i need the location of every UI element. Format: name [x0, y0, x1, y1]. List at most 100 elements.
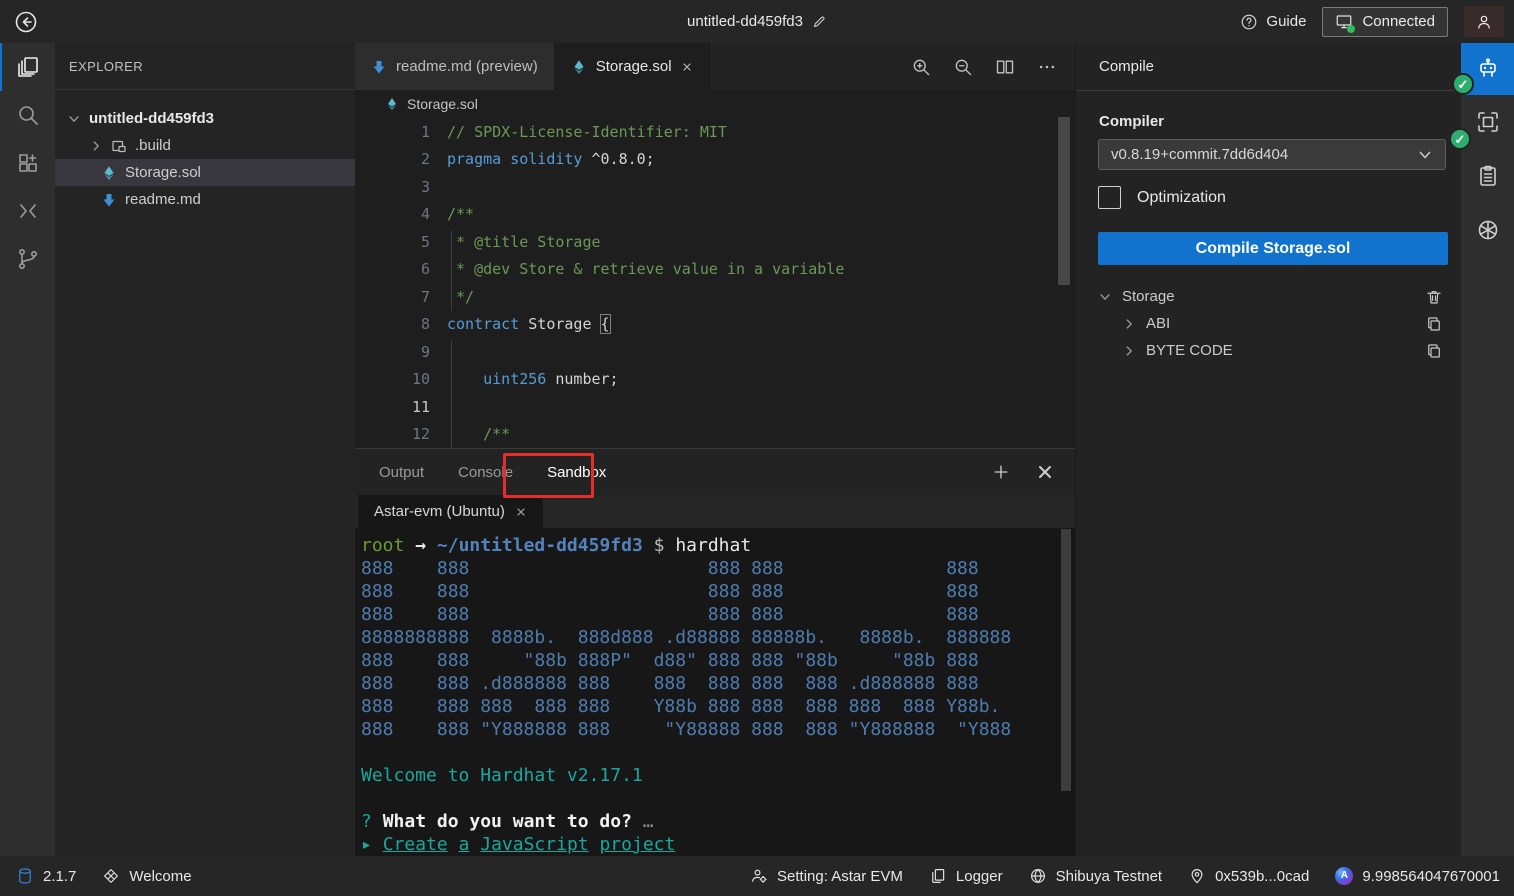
chevron-right-icon: [1122, 317, 1136, 331]
terminal[interactable]: root → ~/untitled-dd459fd3 $ hardhat888 …: [355, 528, 1075, 856]
tree-item-label: .build: [135, 137, 171, 154]
panel-actions: [991, 462, 1075, 482]
handshake-icon: [102, 867, 120, 885]
tree-item-label: Storage.sol: [125, 164, 201, 181]
status-item-welcome[interactable]: Welcome: [102, 867, 191, 885]
guide-label: Guide: [1266, 13, 1306, 30]
status-item-2-1-7[interactable]: 2.1.7: [16, 867, 76, 885]
breadcrumb: Storage.sol: [355, 90, 1075, 118]
panel-tab-console[interactable]: Console: [452, 460, 519, 485]
panel-tab-output[interactable]: Output: [373, 460, 430, 485]
artifact-row-byte-code[interactable]: BYTE CODE: [1076, 337, 1461, 364]
artifact-row-abi[interactable]: ABI: [1076, 310, 1461, 337]
editor-tab-readme-md-preview[interactable]: readme.md (preview): [355, 43, 555, 90]
status-item-logger[interactable]: Logger: [929, 867, 1003, 885]
status-item-0x539b-0cad[interactable]: 0x539b...0cad: [1188, 867, 1309, 885]
status-bar-left: 2.1.7 Welcome: [16, 867, 192, 885]
zoom-in-icon[interactable]: [911, 57, 931, 77]
new-terminal-button[interactable]: [991, 462, 1011, 482]
activity-item-clipboard[interactable]: [1461, 149, 1514, 203]
explorer-header: EXPLORER: [55, 43, 355, 90]
blocks-add-icon: [16, 151, 40, 175]
close-panel-button[interactable]: [1035, 462, 1055, 482]
globe-icon: [1029, 867, 1047, 885]
account-button[interactable]: [1464, 6, 1504, 37]
activity-item-openai[interactable]: [1461, 203, 1514, 257]
editor-scrollbar[interactable]: [1058, 117, 1070, 285]
activity-item-collapse[interactable]: [0, 187, 55, 235]
compile-success-badge: ✓: [1452, 73, 1474, 95]
terminal-scrollbar[interactable]: [1061, 529, 1071, 791]
connected-button[interactable]: Connected: [1322, 7, 1448, 37]
line-number: 10: [355, 370, 430, 388]
copy-button[interactable]: [1425, 315, 1443, 333]
line-number: 6: [355, 260, 430, 278]
terminal-line: 888 888 888 888 888: [361, 580, 1075, 603]
tree-item-readme-md[interactable]: readme.md: [55, 186, 355, 213]
editor-toolbar: [911, 43, 1075, 90]
line-number: 2: [355, 150, 430, 168]
deploy-success-badge: ✓: [1449, 128, 1471, 150]
code-line: 12 /**: [355, 421, 1075, 449]
artifact-tree: Storage ABI BYTE CODE: [1076, 283, 1461, 364]
artifact-storage-row[interactable]: Storage: [1076, 283, 1461, 310]
terminal-line: 888 888 "88b 888P" d88" 888 888 "88b "88…: [361, 649, 1075, 672]
activity-item-blocks-add[interactable]: [0, 139, 55, 187]
rename-pencil-icon[interactable]: [812, 14, 827, 29]
robot-icon: [1476, 57, 1500, 81]
code-text: contract Storage {: [430, 315, 610, 333]
status-item-shibuya-testnet[interactable]: Shibuya Testnet: [1029, 867, 1162, 885]
tree-item-storage-sol[interactable]: Storage.sol: [55, 159, 355, 186]
folder-build-icon: [111, 138, 127, 154]
artifact-row-label: BYTE CODE: [1146, 342, 1233, 359]
status-item-label: Logger: [956, 868, 1003, 885]
status-item-setting-astar-evm[interactable]: Setting: Astar EVM: [750, 867, 903, 885]
code-text: /**: [430, 205, 474, 223]
optimization-checkbox[interactable]: [1098, 186, 1121, 209]
split-editor-icon[interactable]: [995, 57, 1015, 77]
status-item-label: Setting: Astar EVM: [777, 868, 903, 885]
editor-tab-storage-sol[interactable]: Storage.sol: [555, 43, 710, 90]
status-item-label: Welcome: [129, 868, 191, 885]
guide-button[interactable]: Guide: [1240, 13, 1306, 31]
openai-icon: [1476, 218, 1500, 242]
tree-item-build[interactable]: .build: [55, 132, 355, 159]
status-item-9-998564047670001[interactable]: A9.998564047670001: [1335, 867, 1500, 885]
markdown-icon: [101, 192, 117, 208]
compiler-version-select[interactable]: v0.8.19+commit.7dd6d404: [1098, 139, 1446, 170]
logger-icon: [929, 867, 947, 885]
wallet-icon: [1188, 867, 1206, 885]
line-number: 8: [355, 315, 430, 333]
more-actions-icon[interactable]: [1037, 57, 1057, 77]
activity-item-git-branch[interactable]: [0, 235, 55, 283]
delete-artifact-button[interactable]: [1425, 288, 1443, 306]
terminal-line: ▸ Create a JavaScript project: [361, 833, 1075, 856]
line-number: 12: [355, 425, 430, 443]
panel-tab-row: Output Console Sandbox: [355, 449, 1075, 495]
code-text: * @dev Store & retrieve value in a varia…: [430, 260, 844, 278]
explorer-header-label: EXPLORER: [69, 59, 143, 74]
close-tab-icon[interactable]: [681, 61, 693, 73]
copy-button[interactable]: [1425, 342, 1443, 360]
solidity-icon: [101, 165, 117, 181]
tree-item-untitled-dd459fd3[interactable]: untitled-dd459fd3: [55, 105, 355, 132]
compile-button[interactable]: Compile Storage.sol: [1098, 232, 1448, 265]
zoom-out-icon[interactable]: [953, 57, 973, 77]
activity-item-search[interactable]: [0, 91, 55, 139]
indent-guide: [451, 340, 452, 448]
breadcrumb-label: Storage.sol: [407, 96, 478, 112]
bottom-panel: OutputConsoleSandbox Astar-evm (Ubuntu) …: [355, 448, 1075, 856]
code-line: 6 * @dev Store & retrieve value in a var…: [355, 256, 1075, 284]
markdown-icon: [371, 59, 387, 75]
compiler-label: Compiler: [1099, 113, 1164, 130]
terminal-tab-astar-evm[interactable]: Astar-evm (Ubuntu): [358, 495, 543, 528]
line-number: 1: [355, 123, 430, 141]
status-bar: 2.1.7 Welcome Setting: Astar EVM Logger Shi…: [0, 856, 1514, 896]
activity-item-files[interactable]: [0, 43, 55, 91]
compile-panel: Compile Compiler v0.8.19+commit.7dd6d404…: [1075, 43, 1461, 856]
code-line: 3: [355, 173, 1075, 201]
code-editor[interactable]: 1// SPDX-License-Identifier: MIT2pragma …: [355, 118, 1075, 448]
panel-tab-sandbox[interactable]: Sandbox: [541, 460, 612, 485]
chevron-right-icon: [89, 139, 103, 153]
close-icon[interactable]: [515, 506, 527, 518]
